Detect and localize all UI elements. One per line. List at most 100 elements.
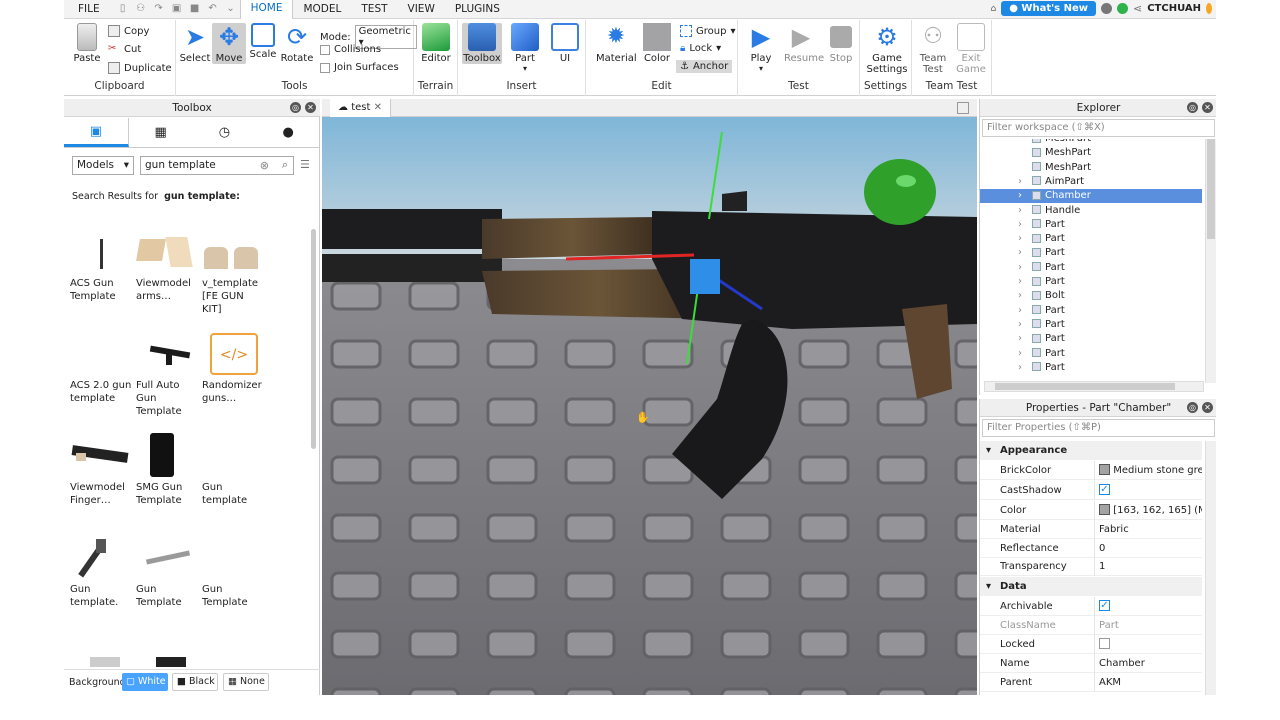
team-test-button[interactable]: ⚇ Team Test (916, 23, 950, 75)
explorer-item[interactable]: › Bolt (980, 289, 1202, 303)
close-icon[interactable]: ✕ (1202, 402, 1213, 413)
expand-arrow-icon[interactable]: › (1018, 361, 1022, 375)
share-icon[interactable]: ⋖ (1133, 2, 1142, 15)
select-button[interactable]: ➤ Select (178, 23, 212, 64)
viewport-options-icon[interactable] (957, 102, 969, 114)
material-button[interactable]: ✹ Material (596, 23, 637, 64)
aimpart-sphere[interactable] (864, 159, 936, 225)
file-menu[interactable]: FILE (64, 0, 114, 19)
toolbox-result-item[interactable]: Gun Template (202, 535, 266, 609)
prop-color[interactable]: Color [163, 162, 165] (Me... (980, 501, 1202, 520)
prop-castshadow[interactable]: CastShadow ✓ (980, 481, 1202, 500)
prop-reflectance[interactable]: Reflectance 0 (980, 539, 1202, 558)
expand-arrow-icon[interactable]: › (1018, 347, 1022, 361)
expand-arrow-icon[interactable]: › (1018, 304, 1022, 318)
tab-home[interactable]: HOME (239, 0, 294, 19)
undock-icon[interactable]: ◎ (290, 102, 301, 113)
explorer-item[interactable]: › AimPart (980, 175, 1202, 189)
paste-button[interactable]: Paste (70, 23, 104, 64)
properties-filter-input[interactable]: Filter Properties (⇧⌘P) (982, 419, 1215, 437)
explorer-filter-input[interactable]: Filter workspace (⇧⌘X) (982, 119, 1215, 137)
toolbox-button[interactable]: Toolbox (462, 23, 502, 64)
explorer-item[interactable]: › Chamber (980, 189, 1202, 204)
explorer-item[interactable]: › Part (980, 332, 1202, 346)
stop-button[interactable]: Stop (824, 23, 858, 64)
explorer-item[interactable]: › Part (980, 304, 1202, 318)
tab-inventory[interactable]: ▦ (129, 118, 193, 147)
explorer-scroll-thumb[interactable] (1207, 139, 1215, 239)
game-settings-button[interactable]: ⚙ Game Settings (866, 23, 908, 75)
explorer-item[interactable]: MeshPart (980, 146, 1202, 160)
prop-name[interactable]: Name Chamber (980, 654, 1202, 673)
explorer-item[interactable]: MeshPart (980, 139, 1202, 146)
tab-creations[interactable]: ● (256, 118, 320, 147)
locked-checkbox[interactable] (1099, 637, 1110, 649)
move-button[interactable]: ✥ Move (212, 23, 246, 64)
expand-arrow-icon[interactable]: › (1018, 232, 1022, 246)
bg-none-button[interactable]: ▦ None (223, 673, 269, 691)
tab-test-place[interactable]: ☁ test ✕ (330, 99, 391, 117)
expand-arrow-icon[interactable]: › (1018, 189, 1022, 203)
undock-icon[interactable]: ◎ (1187, 402, 1198, 413)
bg-black-button[interactable]: ■ Black (172, 673, 218, 691)
undock-icon[interactable]: ◎ (1187, 102, 1198, 113)
play-dropdown-icon[interactable]: ▾ (744, 64, 778, 73)
toolbox-result-item[interactable]: Gun template (202, 433, 266, 507)
toolbox-result-item[interactable]: Viewmodel Finger… (70, 433, 134, 507)
status-icon-gray[interactable] (1100, 3, 1112, 14)
join-surfaces-checkbox[interactable] (320, 62, 330, 73)
explorer-item[interactable]: MeshPart (980, 161, 1202, 175)
publish-icon[interactable]: ⚇ (135, 3, 147, 15)
explorer-item[interactable]: › Part (980, 218, 1202, 232)
stop-icon[interactable]: ■ (189, 3, 201, 15)
part-dropdown-icon[interactable]: ▾ (508, 64, 542, 73)
scene-render[interactable]: ✋ (322, 99, 977, 695)
toolbox-result-item[interactable]: </> Randomizer guns… (202, 331, 266, 405)
more-icon[interactable]: ⌄ (225, 3, 237, 15)
expand-arrow-icon[interactable]: › (1018, 261, 1022, 275)
close-tab-icon[interactable]: ✕ (374, 102, 382, 113)
tab-plugins[interactable]: PLUGINS (445, 0, 510, 19)
close-icon[interactable]: ✕ (305, 102, 316, 113)
toolbox-result-item-partial[interactable] (156, 657, 186, 667)
group-button[interactable]: Group ▾ (680, 25, 735, 37)
status-icon-green[interactable] (1116, 3, 1128, 14)
join-surfaces-toggle[interactable]: Join Surfaces (320, 62, 399, 73)
toolbox-result-item[interactable]: SMG Gun Template (136, 433, 200, 507)
lock-button[interactable]: 🔒︎ Lock ▾ (680, 43, 721, 54)
toolbox-result-item-partial[interactable] (90, 657, 120, 667)
explorer-scrollbar[interactable] (1205, 139, 1216, 383)
selected-chamber-part[interactable] (690, 259, 720, 294)
toolbox-result-item[interactable]: ACS 2.0 gun template (70, 331, 134, 405)
explorer-item[interactable]: › Part (980, 347, 1202, 361)
collisions-checkbox[interactable] (320, 44, 330, 55)
resume-button[interactable]: ▶ Resume (784, 23, 824, 64)
toolbox-result-item[interactable]: v_template [FE GUN KIT] (202, 229, 266, 316)
color-button[interactable]: Color (640, 23, 674, 64)
expand-arrow-icon[interactable]: › (1018, 175, 1022, 189)
tab-recent[interactable]: ◷ (193, 118, 257, 147)
toolbox-result-item[interactable]: ACS Gun Template (70, 229, 134, 303)
explorer-item[interactable]: › Part (980, 361, 1202, 375)
expand-arrow-icon[interactable]: › (1018, 318, 1022, 332)
category-dropdown[interactable]: Models ▾ (72, 156, 134, 175)
prop-transparency[interactable]: Transparency 1 (980, 557, 1202, 576)
toolbox-result-item[interactable]: Viewmodel arms… (136, 229, 200, 303)
search-icon[interactable]: ⌕ (282, 158, 288, 172)
prop-archivable[interactable]: Archivable ✓ (980, 597, 1202, 616)
explorer-item[interactable]: › Part (980, 232, 1202, 246)
tab-marketplace[interactable]: ▣ (64, 118, 129, 147)
explorer-item[interactable]: › Handle (980, 204, 1202, 218)
copy-button[interactable]: Copy (108, 25, 149, 37)
tab-view[interactable]: VIEW (398, 0, 445, 19)
search-input[interactable]: gun template (145, 159, 216, 171)
save-icon[interactable]: ▣ (171, 3, 183, 15)
toolbox-result-item[interactable]: Full Auto Gun Template (136, 331, 200, 418)
collisions-toggle[interactable]: Collisions (320, 44, 381, 55)
prop-material[interactable]: Material Fabric (980, 520, 1202, 539)
expand-arrow-icon[interactable]: › (1018, 218, 1022, 232)
category-appearance[interactable]: ▾ Appearance (980, 441, 1202, 460)
explorer-hscrollbar[interactable] (984, 381, 1204, 392)
category-data[interactable]: ▾ Data (980, 577, 1202, 596)
play-button[interactable]: ▶ Play ▾ (744, 23, 778, 73)
